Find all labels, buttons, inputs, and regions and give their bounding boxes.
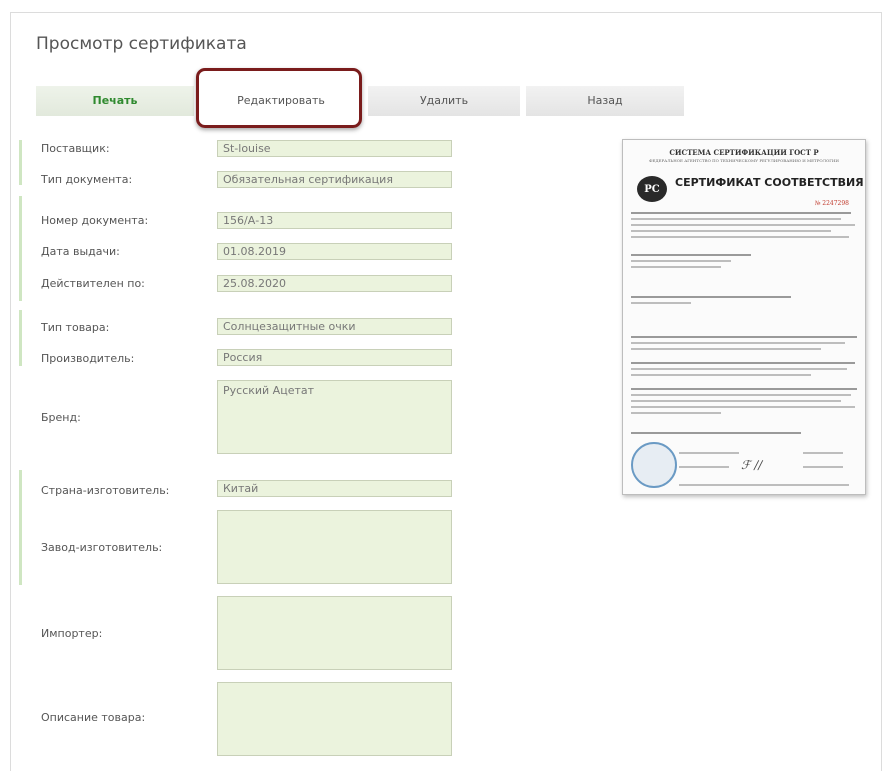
manufacturer-field[interactable]: Россия (217, 349, 452, 366)
certificate-text-line (631, 296, 791, 298)
issue-date-label: Дата выдачи: (41, 245, 120, 258)
supplier-field[interactable]: St-louise (217, 140, 452, 157)
certificate-number: № 2247298 (814, 200, 849, 207)
certificate-agency-line: ФЕДЕРАЛЬНОЕ АГЕНТСТВО ПО ТЕХНИЧЕСКОМУ РЕ… (649, 158, 839, 163)
country-label: Страна-изготовитель: (41, 484, 170, 497)
importer-field[interactable] (217, 596, 452, 670)
certificate-text-line (631, 412, 721, 414)
certificate-text-line (631, 348, 821, 350)
row-accent (19, 470, 22, 585)
country-field[interactable]: Китай (217, 480, 452, 497)
product-type-label: Тип товара: (41, 321, 110, 334)
tab-print[interactable]: Печать (36, 86, 194, 116)
certificate-text-line (679, 452, 739, 454)
certificate-system-title: СИСТЕМА СЕРТИФИКАЦИИ ГОСТ Р (669, 148, 819, 157)
certificate-text-line (631, 236, 849, 238)
brand-label: Бренд: (41, 411, 81, 424)
doc-type-field[interactable]: Обязательная сертификация (217, 171, 452, 188)
certificate-text-line (631, 302, 691, 304)
certificate-image[interactable]: СИСТЕМА СЕРТИФИКАЦИИ ГОСТ Р ФЕДЕРАЛЬНОЕ … (622, 139, 866, 495)
product-type-field[interactable]: Солнцезащитные очки (217, 318, 452, 335)
doc-type-label: Тип документа: (41, 173, 133, 186)
certificate-text-line (679, 466, 729, 468)
certificate-text-line (631, 406, 855, 408)
certificate-text-line (631, 260, 731, 262)
gost-logo-icon: РС (637, 176, 667, 202)
row-accent (19, 310, 22, 366)
doc-number-label: Номер документа: (41, 214, 149, 227)
certificate-text-line (631, 224, 855, 226)
issue-date-field[interactable]: 01.08.2019 (217, 243, 452, 260)
certificate-text-line (631, 218, 841, 220)
supplier-label: Поставщик: (41, 142, 110, 155)
description-label: Описание товара: (41, 711, 146, 724)
valid-until-field[interactable]: 25.08.2020 (217, 275, 452, 292)
tab-edit[interactable]: Редактировать (200, 86, 362, 116)
tab-delete[interactable]: Удалить (368, 86, 520, 116)
certificate-text-line (631, 362, 855, 364)
certificate-text-line (679, 484, 849, 486)
page-title: Просмотр сертификата (36, 34, 247, 54)
valid-until-label: Действителен по: (41, 277, 145, 290)
signature-icon: ℱ ∕∕ (741, 458, 763, 472)
manufacturer-label: Производитель: (41, 352, 135, 365)
certificate-text-line (631, 342, 845, 344)
certificate-text-line (631, 336, 857, 338)
doc-number-field[interactable]: 156/А-13 (217, 212, 452, 229)
factory-label: Завод-изготовитель: (41, 541, 163, 554)
importer-label: Импортер: (41, 627, 103, 640)
certificate-text-line (631, 394, 851, 396)
row-accent (19, 196, 22, 301)
certificate-text-line (803, 466, 843, 468)
certificate-text-line (631, 254, 751, 256)
row-accent (19, 140, 22, 185)
certificate-text-line (631, 212, 851, 214)
certificate-text-line (803, 452, 843, 454)
certificate-text-line (631, 368, 847, 370)
tab-back[interactable]: Назад (526, 86, 684, 116)
description-field[interactable] (217, 682, 452, 756)
certificate-text-line (631, 432, 801, 434)
certificate-text-line (631, 400, 841, 402)
factory-field[interactable] (217, 510, 452, 584)
certificate-text-line (631, 230, 831, 232)
certificate-text-line (631, 266, 721, 268)
certificate-text-line (631, 374, 811, 376)
action-tabs: Печать Редактировать Удалить Назад (36, 86, 684, 116)
certificate-seal-icon (631, 442, 677, 488)
brand-field[interactable]: Русский Ацетат (217, 380, 452, 454)
certificate-text-line (631, 388, 857, 390)
certificate-heading: СЕРТИФИКАТ СООТВЕТСТВИЯ (675, 176, 864, 189)
